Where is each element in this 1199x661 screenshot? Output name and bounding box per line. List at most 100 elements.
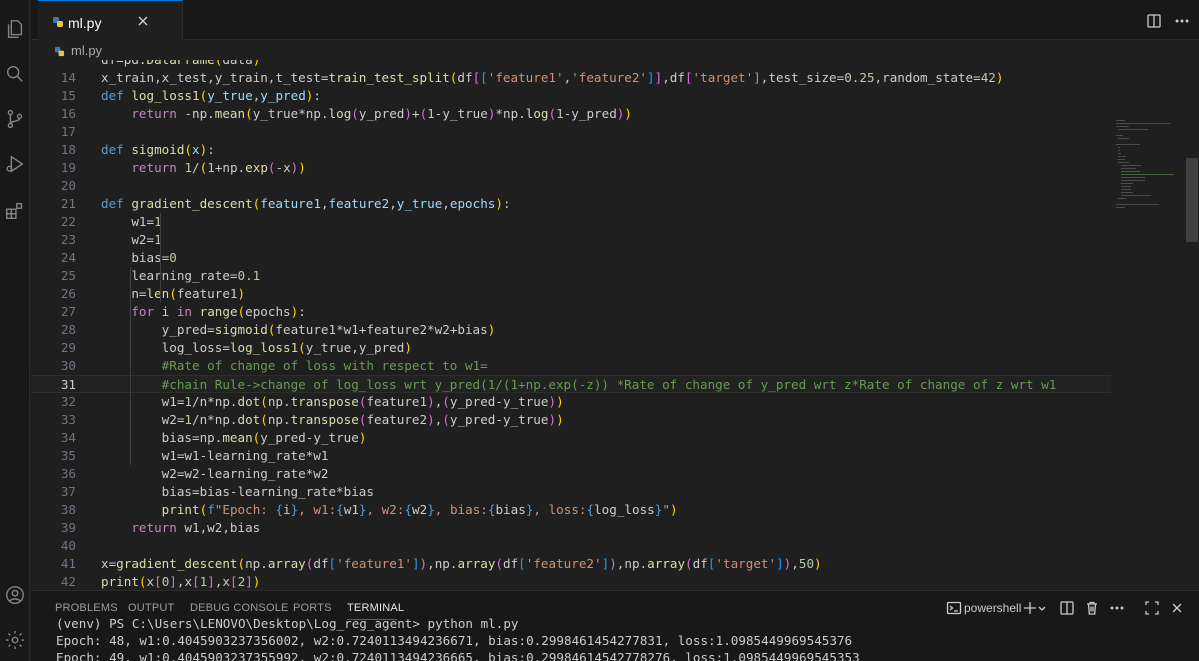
code-line[interactable]: 26 n=len(feature1) <box>31 285 1111 303</box>
tab-terminal[interactable]: TERMINAL <box>347 602 404 614</box>
more-actions-icon[interactable] <box>1109 600 1125 616</box>
code-line[interactable]: 24 bias=0 <box>31 249 1111 267</box>
breadcrumb: ml.py <box>31 40 1199 60</box>
code-line[interactable]: 17 <box>31 123 1111 141</box>
code-text: n=len(feature1) <box>101 286 246 301</box>
split-editor-icon[interactable] <box>1146 13 1162 29</box>
code-line[interactable]: 22 w1=1 <box>31 213 1111 231</box>
line-number: 39 <box>60 520 76 535</box>
line-number: 29 <box>60 340 76 355</box>
code-line[interactable]: 36 w2=w2-learning_rate*w2 <box>31 465 1111 483</box>
extensions-icon[interactable] <box>3 199 27 223</box>
code-line[interactable]: 25 learning_rate=0.1 <box>31 267 1111 285</box>
run-debug-icon[interactable] <box>3 152 27 176</box>
explorer-icon[interactable] <box>3 17 27 41</box>
code-line[interactable]: 34 bias=np.mean(y_pred-y_true) <box>31 429 1111 447</box>
code-line[interactable]: 42 print(x[0],x[1],x[2]) <box>31 573 1111 590</box>
code-line[interactable]: 38 print(f"Epoch: {i}, w1:{w1}, w2:{w2},… <box>31 501 1111 519</box>
tab-problems[interactable]: PROBLEMS <box>55 602 118 614</box>
code-line[interactable]: 39 return w1,w2,bias <box>31 519 1111 537</box>
minimap-line <box>1120 171 1141 172</box>
more-actions-icon[interactable] <box>1174 13 1190 29</box>
minimap-line <box>1116 204 1159 205</box>
code-text: def log_loss1(y_true,y_pred): <box>101 88 321 103</box>
breadcrumb-file[interactable]: ml.py <box>71 43 102 58</box>
minimap-line <box>1120 180 1145 181</box>
code-editor[interactable]: df=pd.DataFrame(data) 14 x_train,x_test,y_… <box>31 60 1199 590</box>
code-text: bias=np.mean(y_pred-y_true) <box>101 430 367 445</box>
code-line[interactable]: 29 log_loss=log_loss1(y_true,y_pred) <box>31 339 1111 357</box>
code-line[interactable]: 30 #Rate of change of loss with respect … <box>31 357 1111 375</box>
code-text: print(f"Epoch: {i}, w1:{w1}, w2:{w2}, bi… <box>161 502 678 517</box>
minimap-line <box>1116 144 1141 145</box>
vertical-scrollbar[interactable] <box>1186 158 1198 242</box>
code-line[interactable]: 19 return 1/(1+np.exp(-x)) <box>31 159 1111 177</box>
line-number: 24 <box>60 250 76 265</box>
code-line[interactable]: 20 <box>31 177 1111 195</box>
minimap[interactable] <box>1116 60 1186 210</box>
line-number: 37 <box>60 484 76 499</box>
minimap-line <box>1118 198 1127 199</box>
code-line[interactable]: 28 y_pred=sigmoid(feature1*w1+feature2*w… <box>31 321 1111 339</box>
tab-ports[interactable]: PORTS <box>293 602 332 614</box>
search-icon[interactable] <box>3 62 27 86</box>
code-line[interactable]: 21 def gradient_descent(feature1,feature2… <box>31 195 1111 213</box>
line-number: 40 <box>60 538 76 553</box>
trash-icon[interactable] <box>1084 600 1100 616</box>
code-text: for i in range(epochs): <box>131 304 306 319</box>
code-line[interactable]: 32 w1=1/n*np.dot(np.transpose(feature1),… <box>31 393 1111 411</box>
code-text: w2=1/n*np.dot(np.transpose(feature2),(y_… <box>101 412 564 427</box>
code-line[interactable]: 41 x=gradient_descent(np.array(df['featur… <box>31 555 1111 573</box>
maximize-panel-icon[interactable] <box>1144 600 1160 616</box>
terminal-name[interactable]: powershell <box>964 601 1021 615</box>
chevron-down-icon[interactable] <box>1037 600 1047 616</box>
close-icon[interactable] <box>135 13 151 29</box>
code-text: w2=1 <box>101 232 162 247</box>
tab-ml-py[interactable]: ml.py <box>38 0 183 40</box>
code-line[interactable]: 27 for i in range(epochs): <box>31 303 1111 321</box>
line-number: 38 <box>60 502 76 517</box>
line-number: 41 <box>60 556 76 571</box>
tab-output[interactable]: OUTPUT <box>128 602 174 614</box>
indent-guide <box>160 213 161 303</box>
code-line[interactable]: df=pd.DataFrame(data) <box>31 60 1111 69</box>
code-text: #Rate of change of loss with respect to … <box>161 358 488 373</box>
minimap-line <box>1116 126 1130 127</box>
minimap-line <box>1116 123 1170 124</box>
line-number: 42 <box>60 574 76 589</box>
python-file-icon <box>54 44 65 57</box>
account-icon[interactable] <box>3 583 27 607</box>
code-text: log_loss=log_loss1(y_true,y_pred) <box>101 340 412 355</box>
new-terminal-plus-icon[interactable] <box>1022 600 1038 616</box>
line-number: 31 <box>60 377 76 392</box>
code-line[interactable]: 15 def log_loss1(y_true,y_pred): <box>31 87 1111 105</box>
line-number: 26 <box>60 286 76 301</box>
split-terminal-icon[interactable] <box>1059 600 1075 616</box>
code-line[interactable]: 14 x_train,x_test,y_train,t_test=train_te… <box>31 69 1111 87</box>
manage-gear-icon[interactable] <box>3 628 27 652</box>
code-text: w1=w1-learning_rate*w1 <box>101 448 329 463</box>
code-line[interactable]: 33 w2=1/n*np.dot(np.transpose(feature2),… <box>31 411 1111 429</box>
line-number: 36 <box>60 466 76 481</box>
terminal-icon <box>946 600 962 616</box>
code-text: return 1/(1+np.exp(-x)) <box>131 160 306 175</box>
code-line[interactable]: 35 w1=w1-learning_rate*w1 <box>31 447 1111 465</box>
tab-debug-console[interactable]: DEBUG CONSOLE <box>190 602 289 614</box>
code-line[interactable]: 23 w2=1 <box>31 231 1111 249</box>
line-number: 18 <box>60 142 76 157</box>
line-number: 32 <box>60 394 76 409</box>
minimap-line <box>1118 153 1122 154</box>
close-icon[interactable] <box>1169 600 1185 616</box>
source-control-icon[interactable] <box>3 107 27 131</box>
minimap-line <box>1118 150 1121 151</box>
code-line[interactable]: 31 #chain Rule->change of log_loss wrt y… <box>31 375 1111 393</box>
minimap-line <box>1116 135 1123 136</box>
code-line[interactable]: 37 bias=bias-learning_rate*bias <box>31 483 1111 501</box>
code-line[interactable]: 18 def sigmoid(x): <box>31 141 1111 159</box>
code-line[interactable]: 16 return -np.mean(y_true*np.log(y_pred)… <box>31 105 1111 123</box>
code-text: bias=bias-learning_rate*bias <box>101 484 374 499</box>
minimap-line <box>1118 147 1121 148</box>
code-text: #chain Rule->change of log_loss wrt y_pr… <box>161 377 1057 392</box>
code-line[interactable]: 40 <box>31 537 1111 555</box>
line-number: 23 <box>60 232 76 247</box>
